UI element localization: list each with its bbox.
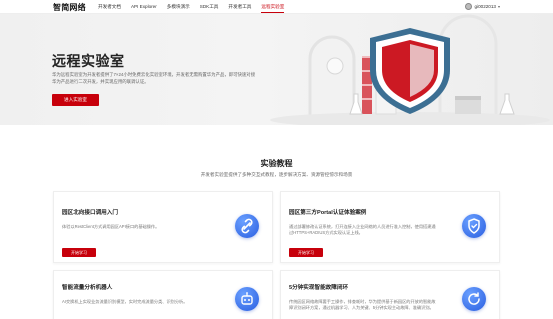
nav-link-sdk-tools[interactable]: SDK工具 (200, 0, 219, 14)
start-learning-button[interactable]: 开始学习 (289, 248, 323, 257)
card-title: 5分钟实现智能故障闭环 (289, 285, 349, 291)
nav-link-api-explorer[interactable]: API Explorer (131, 0, 157, 14)
site-logo[interactable]: 智简网络 (53, 2, 86, 13)
tutorial-card[interactable]: 园区第三方Portal认证体验案例 通过部署修改认证系统，打开连接入企业网络的人… (280, 191, 500, 263)
hero-banner: 远程实验室 华为远程实验室为开发者提供了7×24小时免费云化实验室环境，开发者无… (0, 14, 553, 125)
card-title: 智能流量分析机器人 (62, 285, 113, 291)
user-menu[interactable]: gi0022013 ▾ (464, 3, 500, 10)
username: gi0022013 (474, 4, 496, 9)
card-description: 体验以RestClient方式调用园区API接口的基础操作。 (62, 224, 160, 229)
hero-illustration (270, 14, 550, 125)
enter-lab-button[interactable]: 进入实验室 (52, 94, 99, 106)
shield-icon (462, 214, 486, 238)
chevron-down-icon: ▾ (497, 4, 500, 9)
refresh-icon (462, 287, 486, 311)
nav-link-dev-tools[interactable]: 开发者工具 (228, 0, 251, 14)
hero-description: 华为远程实验室为开发者提供了7×24小时免费云化实验室环境，开发者无需购置华为产… (52, 72, 256, 84)
nav-link-remote-lab[interactable]: 远程实验室 (261, 0, 284, 14)
tutorial-card[interactable]: 园区北向接口调用入门 体验以RestClient方式调用园区API接口的基础操作… (53, 191, 273, 263)
section-subtitle: 开发者实验室提供了多种交互式教程，逐步解决方案、资源管控惊示和场景 (200, 172, 353, 177)
link-icon (235, 214, 259, 238)
robot-icon (235, 287, 259, 311)
avatar-icon (464, 3, 472, 10)
card-description: 传统园区网络故障要手工操作，排查耗时，华为提供基于新园区的开放的智能故障识别闭环… (289, 299, 436, 310)
card-description: 通过部署修改认证系统，打开连接入企业网络的人员进行准入控制，使用搭建通过HTTP… (289, 224, 436, 235)
tutorial-card[interactable]: 智能流量分析机器人 AI交换机上实现业务流量识别模型，实时完成流量分类、识别分析… (53, 270, 273, 319)
nav-link-docs[interactable]: 开发者文档 (98, 0, 121, 14)
card-title: 园区北向接口调用入门 (62, 210, 118, 216)
nav-links: 开发者文档 API Explorer 多模块演示 SDK工具 开发者工具 远程实… (98, 0, 294, 14)
card-description: AI交换机上实现业务流量识别模型，实时完成流量分类、识别分析。 (62, 299, 188, 304)
section-title: 实验教程 (260, 159, 293, 168)
hero-title: 远程实验室 (52, 53, 125, 69)
card-title: 园区第三方Portal认证体验案例 (289, 210, 367, 216)
start-learning-button[interactable]: 开始学习 (62, 248, 96, 257)
tutorial-card[interactable]: 5分钟实现智能故障闭环 传统园区网络故障要手工操作，排查耗时，华为提供基于新园区… (280, 270, 500, 319)
nav-link-multi-demo[interactable]: 多模块演示 (167, 0, 190, 14)
top-nav: 智简网络 开发者文档 API Explorer 多模块演示 SDK工具 开发者工… (0, 0, 553, 14)
